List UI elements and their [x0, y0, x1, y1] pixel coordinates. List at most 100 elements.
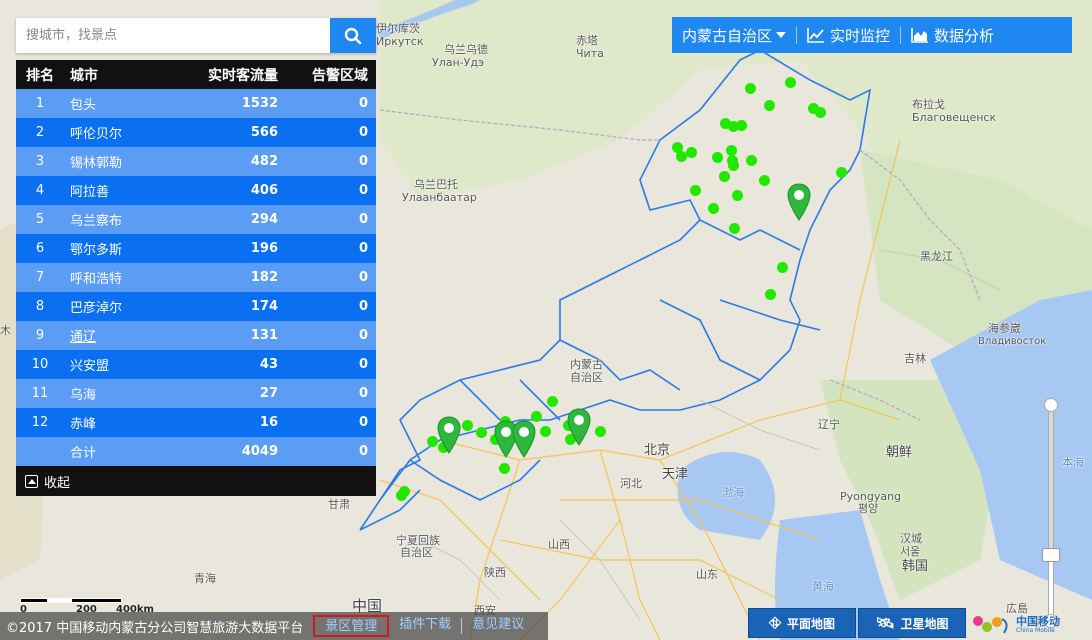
- map-scale: [20, 594, 124, 606]
- flow-cell: 16: [168, 408, 278, 437]
- city-cell: 赤峰: [64, 408, 168, 437]
- poi-dot[interactable]: [476, 427, 487, 438]
- search-button[interactable]: [330, 18, 376, 53]
- alert-cell: 0: [278, 147, 376, 176]
- location-pin-icon: [787, 183, 811, 221]
- table-row[interactable]: 12 赤峰 16 0: [16, 408, 376, 437]
- poi-dot[interactable]: [396, 490, 407, 501]
- table-row[interactable]: 2 呼伦贝尔 566 0: [16, 118, 376, 147]
- poi-dot[interactable]: [729, 223, 740, 234]
- rank-cell: 5: [16, 205, 64, 234]
- map-label-sea-japan: 本海: [1062, 456, 1084, 469]
- nav-analysis[interactable]: 数据分析: [901, 17, 1004, 53]
- total-label: 合计: [64, 437, 168, 466]
- map-label-blago: 布拉戈: [912, 98, 945, 111]
- poi-dot[interactable]: [746, 155, 757, 166]
- poi-dot[interactable]: [719, 171, 730, 182]
- poi-dot[interactable]: [777, 262, 788, 273]
- flat-map-label: 平面地图: [787, 616, 836, 631]
- poi-dot[interactable]: [712, 152, 723, 163]
- poi-dot[interactable]: [686, 147, 697, 158]
- city-cell: 乌海: [64, 379, 168, 408]
- poi-dot[interactable]: [745, 83, 756, 94]
- map-label-ulaanbaatar: 乌兰巴托: [414, 178, 458, 191]
- poi-dot[interactable]: [540, 426, 551, 437]
- table-row[interactable]: 5 乌兰察布 294 0: [16, 205, 376, 234]
- satellite-map-button[interactable]: 🛰 卫星地图: [858, 608, 966, 638]
- poi-dot[interactable]: [728, 160, 739, 171]
- poi-dot[interactable]: [732, 190, 743, 201]
- table-row[interactable]: 10 兴安盟 43 0: [16, 350, 376, 379]
- city-cell: 乌兰察布: [64, 205, 168, 234]
- china-mobile-logo: 中国移动 China Mobile: [970, 612, 1090, 638]
- poi-dot[interactable]: [785, 77, 796, 88]
- top-nav: 内蒙古自治区 实时监控 数据分析: [672, 17, 1072, 53]
- region-dropdown[interactable]: 内蒙古自治区: [672, 17, 796, 53]
- rank-cell: 8: [16, 292, 64, 321]
- copyright-text: ©2017 中国移动内蒙古分公司智慧旅游大数据平台: [6, 620, 304, 636]
- table-row[interactable]: 1 包头 1532 0: [16, 89, 376, 118]
- plugin-download-link[interactable]: 插件下载: [389, 615, 461, 637]
- map-label-seoul-ko: 서울: [900, 545, 921, 558]
- table-row[interactable]: 7 呼和浩特 182 0: [16, 263, 376, 292]
- rank-cell: 1: [16, 89, 64, 118]
- zoom-in-button[interactable]: [1044, 398, 1058, 412]
- poi-dot[interactable]: [836, 167, 847, 178]
- collapse-button[interactable]: 收起: [16, 466, 376, 496]
- zoom-slider-handle[interactable]: [1042, 548, 1060, 562]
- poi-dot[interactable]: [547, 396, 558, 407]
- map-marker[interactable]: [787, 183, 811, 225]
- poi-dot[interactable]: [815, 107, 826, 118]
- alert-cell: 0: [278, 350, 376, 379]
- flow-cell: 294: [168, 205, 278, 234]
- satellite-map-label: 卫星地图: [900, 616, 949, 631]
- poi-dot[interactable]: [462, 420, 473, 431]
- map-marker[interactable]: [512, 420, 536, 462]
- city-link[interactable]: 通辽: [70, 330, 96, 345]
- map-label-irkutsk: 伊尔库茨: [376, 22, 420, 35]
- flow-cell: 482: [168, 147, 278, 176]
- flow-cell: 566: [168, 118, 278, 147]
- alert-cell: 0: [278, 292, 376, 321]
- city-cell-link[interactable]: 通辽: [64, 321, 168, 350]
- scenic-management-link[interactable]: 景区管理: [313, 615, 390, 637]
- table-row[interactable]: 3 锡林郭勒 482 0: [16, 147, 376, 176]
- table-row[interactable]: 8 巴彦淖尔 174 0: [16, 292, 376, 321]
- table-row[interactable]: 4 阿拉善 406 0: [16, 176, 376, 205]
- city-cell: 锡林郭勒: [64, 147, 168, 176]
- brand-logo-icon: [973, 616, 1008, 634]
- map-label-pyongyang-ko: 평양: [858, 502, 879, 515]
- map-marker[interactable]: [567, 408, 591, 450]
- table-header-row: 排名 城市 实时客流量 告警区域: [16, 60, 376, 89]
- search-input[interactable]: [16, 18, 330, 53]
- rank-cell: 3: [16, 147, 64, 176]
- map-label-beijing: 北京: [644, 443, 671, 458]
- feedback-link[interactable]: 意见建议: [462, 615, 534, 637]
- city-cell: 阿拉善: [64, 176, 168, 205]
- poi-dot[interactable]: [765, 289, 776, 300]
- table-row[interactable]: 11 乌海 27 0: [16, 379, 376, 408]
- poi-dot[interactable]: [736, 120, 747, 131]
- map-label-qinghai: 青海: [194, 572, 216, 585]
- nav-monitor[interactable]: 实时监控: [797, 17, 900, 53]
- flow-cell: 174: [168, 292, 278, 321]
- poi-dot[interactable]: [690, 185, 701, 196]
- poi-dot[interactable]: [764, 100, 775, 111]
- area-chart-icon: [911, 28, 929, 43]
- poi-dot[interactable]: [595, 426, 606, 437]
- map-marker[interactable]: [437, 416, 461, 458]
- map-label-shaanxi: 陕西: [484, 566, 506, 579]
- map-label-chita: 赤塔: [576, 34, 598, 47]
- map-label-neimenggu-1: 内蒙古: [570, 358, 603, 371]
- poi-dot[interactable]: [708, 203, 719, 214]
- poi-dot[interactable]: [759, 175, 770, 186]
- flat-map-button[interactable]: ⛗ 平面地图: [748, 608, 856, 638]
- table-row[interactable]: 9 通辽 131 0: [16, 321, 376, 350]
- map-label-hanguo: 韩国: [902, 559, 929, 574]
- alert-cell: 0: [278, 118, 376, 147]
- nav-monitor-label: 实时监控: [830, 26, 891, 45]
- rank-cell: 12: [16, 408, 64, 437]
- poi-dot[interactable]: [499, 463, 510, 474]
- map-label-huanghai: 黄海: [812, 580, 834, 593]
- table-row[interactable]: 6 鄂尔多斯 196 0: [16, 234, 376, 263]
